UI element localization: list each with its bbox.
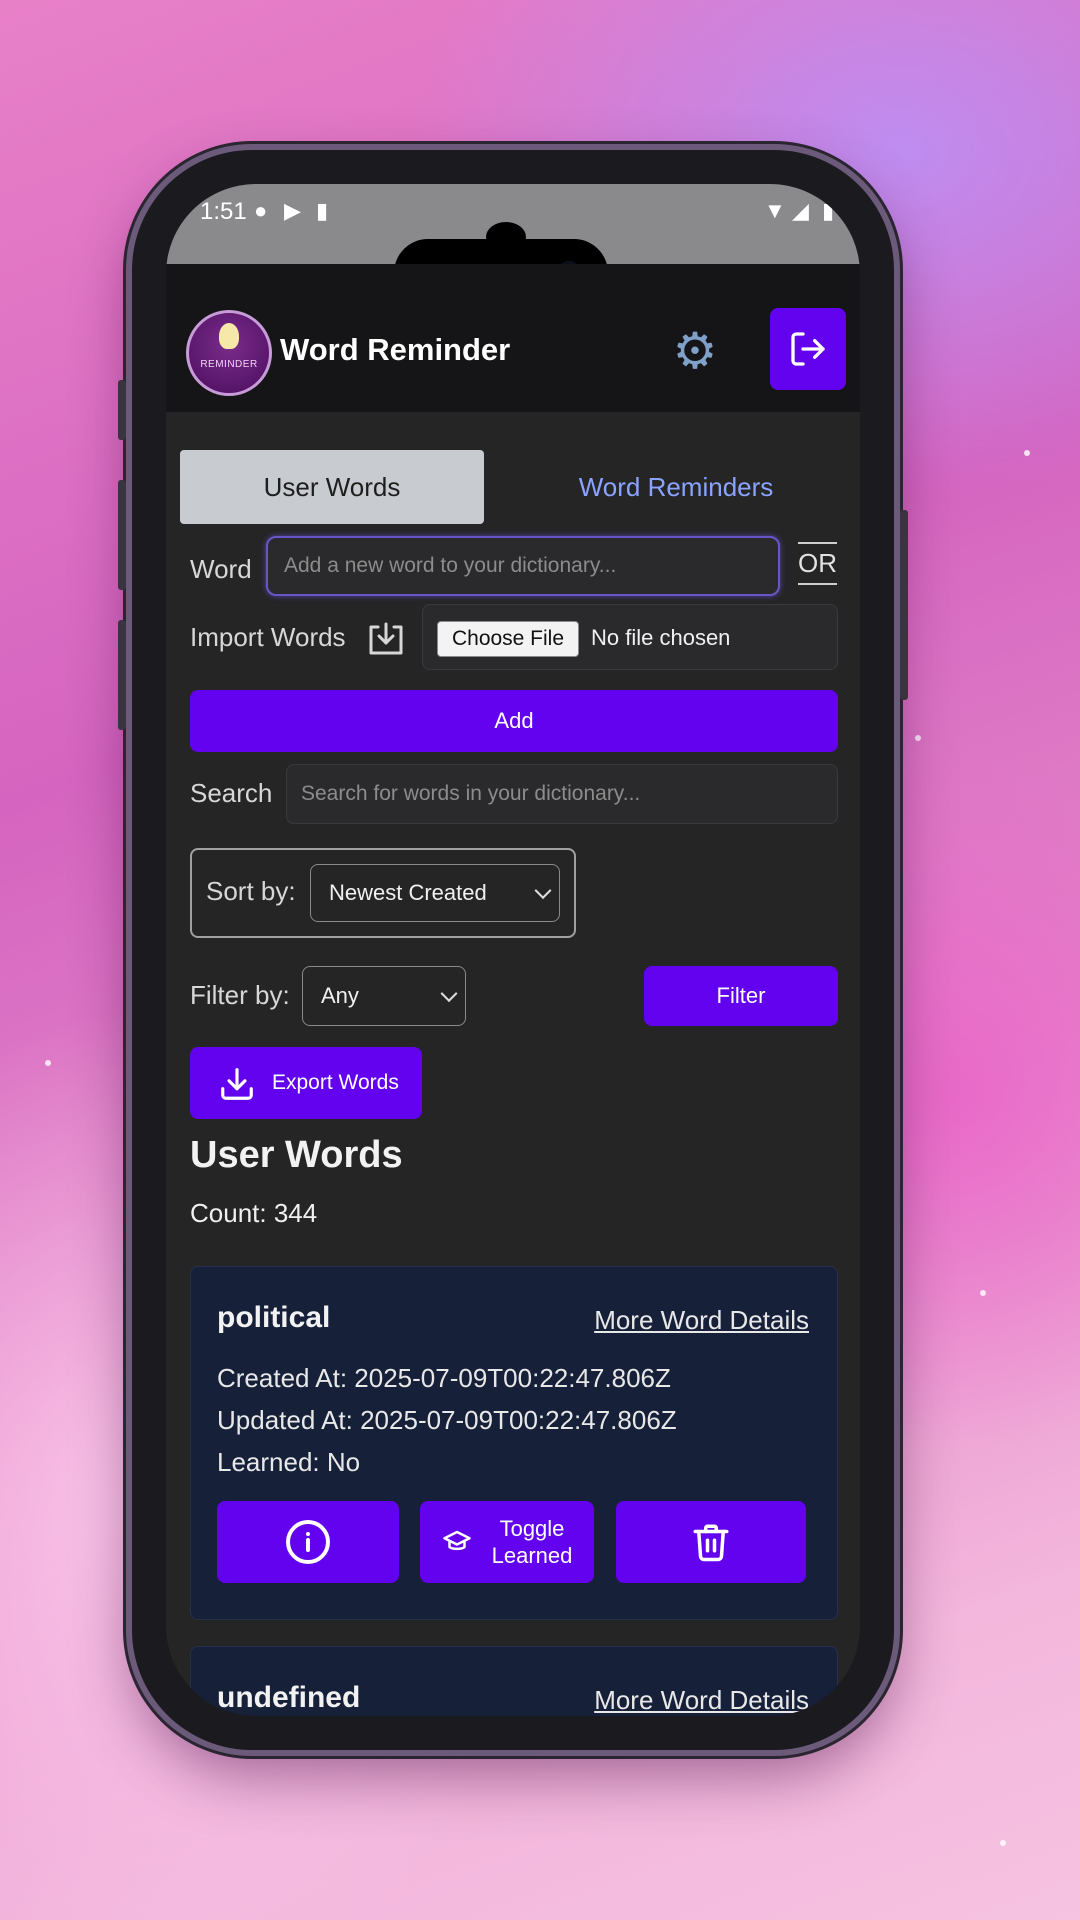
background-sparkle bbox=[1000, 1840, 1006, 1846]
sort-select[interactable]: Newest Created bbox=[310, 864, 560, 922]
filter-selected-value: Any bbox=[321, 983, 359, 1008]
created-at-text: Created At: 2025-07-09T00:22:47.806Z bbox=[217, 1363, 671, 1393]
filter-select[interactable]: Any bbox=[302, 966, 466, 1026]
chevron-down-icon bbox=[534, 882, 552, 900]
file-picker: Choose File No file chosen bbox=[422, 604, 838, 670]
sd-card-icon: ▮ bbox=[316, 198, 329, 223]
export-words-label: Export Words bbox=[272, 1071, 399, 1094]
background-sparkle bbox=[915, 735, 921, 741]
sort-label: Sort by: bbox=[206, 876, 296, 906]
import-words-label: Import Words bbox=[190, 622, 346, 652]
gear-icon: ⚙ bbox=[672, 323, 718, 379]
filter-button[interactable]: Filter bbox=[644, 966, 838, 1026]
section-title: User Words bbox=[190, 1134, 403, 1176]
word-info-button[interactable] bbox=[217, 1501, 399, 1583]
signal-icon: ◢ bbox=[792, 198, 809, 223]
tab-user-words[interactable]: User Words bbox=[180, 450, 484, 524]
phone-side-button bbox=[118, 380, 126, 440]
more-word-details-link[interactable]: More Word Details bbox=[594, 1305, 809, 1336]
filter-label: Filter by: bbox=[190, 980, 290, 1010]
word-title: undefined bbox=[217, 1681, 361, 1714]
choose-file-button[interactable]: Choose File bbox=[437, 621, 579, 657]
delete-word-button[interactable] bbox=[616, 1501, 806, 1583]
background-sparkle bbox=[980, 1290, 986, 1296]
logo-text: REMINDER bbox=[200, 359, 258, 370]
sort-selected-value: Newest Created bbox=[329, 880, 487, 905]
learned-status-text: Learned: No bbox=[217, 1447, 361, 1477]
search-input[interactable]: Search for words in your dictionary... bbox=[286, 764, 838, 824]
word-count: Count: 344 bbox=[190, 1198, 318, 1228]
wifi-icon: ▼ bbox=[764, 198, 786, 223]
lightbulb-icon bbox=[219, 323, 239, 349]
word-card: undefined More Word Details bbox=[190, 1646, 838, 1716]
or-separator: OR bbox=[798, 542, 837, 585]
battery-icon: ▮ bbox=[822, 198, 835, 223]
info-icon bbox=[286, 1520, 330, 1564]
graduation-cap-icon bbox=[442, 1530, 471, 1551]
phone-power-button bbox=[900, 510, 908, 700]
import-download-icon[interactable] bbox=[366, 621, 406, 657]
play-protect-icon: ▶ bbox=[284, 198, 301, 223]
word-title: political bbox=[217, 1301, 331, 1334]
status-time: 1:51 bbox=[200, 198, 247, 225]
notification-circle-icon: ● bbox=[254, 198, 268, 223]
word-input[interactable]: Add a new word to your dictionary... bbox=[266, 536, 780, 596]
background-sparkle bbox=[45, 1060, 51, 1066]
export-words-button[interactable]: Export Words bbox=[190, 1047, 422, 1119]
file-status-text: No file chosen bbox=[591, 625, 731, 650]
app-logo: REMINDER bbox=[186, 310, 272, 396]
background-sparkle bbox=[1024, 450, 1030, 456]
toggle-learned-line2: Learned bbox=[491, 1543, 573, 1568]
phone-volume-up bbox=[118, 480, 126, 590]
toggle-learned-label: Toggle Learned bbox=[492, 1515, 573, 1569]
trash-icon bbox=[693, 1524, 729, 1562]
search-label: Search bbox=[190, 778, 273, 808]
word-label: Word bbox=[190, 554, 252, 584]
toggle-learned-button[interactable]: Toggle Learned bbox=[420, 1501, 594, 1583]
download-icon bbox=[221, 1068, 253, 1100]
chevron-down-icon bbox=[440, 985, 458, 1003]
toggle-learned-line1: Toggle bbox=[499, 1516, 565, 1541]
word-card: political More Word Details Created At: … bbox=[190, 1266, 838, 1620]
settings-button[interactable]: ⚙ bbox=[666, 322, 724, 380]
phone-volume-down bbox=[118, 620, 126, 730]
app-header: REMINDER Word Reminder ⚙ bbox=[166, 264, 860, 412]
phone-frame: 1:51 ● ▶ ▮ ▼ ◢ ▮ REMINDER Word Reminder … bbox=[118, 150, 908, 1750]
sort-group: Sort by: Newest Created bbox=[190, 848, 576, 938]
logout-icon bbox=[791, 332, 825, 366]
logout-button[interactable] bbox=[770, 308, 846, 390]
app-screen: 1:51 ● ▶ ▮ ▼ ◢ ▮ REMINDER Word Reminder … bbox=[166, 184, 860, 1716]
tab-word-reminders[interactable]: Word Reminders bbox=[506, 450, 846, 524]
updated-at-text: Updated At: 2025-07-09T00:22:47.806Z bbox=[217, 1405, 677, 1435]
add-button[interactable]: Add bbox=[190, 690, 838, 752]
more-word-details-link[interactable]: More Word Details bbox=[594, 1685, 809, 1716]
tab-bar: User Words Word Reminders bbox=[180, 446, 846, 524]
app-title: Word Reminder bbox=[280, 332, 511, 367]
